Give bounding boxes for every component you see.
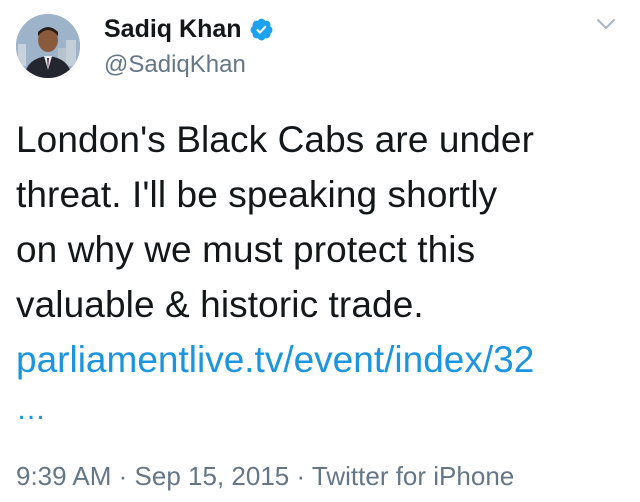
avatar[interactable]: [16, 14, 80, 78]
truncation-ellipsis[interactable]: …: [16, 390, 47, 430]
tweet-source[interactable]: Twitter for iPhone: [312, 461, 514, 491]
meta-separator: ·: [296, 461, 306, 491]
tweet-card: Sadiq Khan @SadiqKhan London's Black Cab…: [0, 0, 640, 502]
name-row: Sadiq Khan: [104, 14, 274, 44]
tweet-text: London's Black Cabs are under threat. I'…: [16, 119, 535, 325]
meta-separator: ·: [118, 461, 128, 491]
chevron-down-icon[interactable]: [594, 12, 618, 36]
tweet-meta: 9:39 AM · Sep 15, 2015 · Twitter for iPh…: [16, 460, 514, 492]
handle[interactable]: @SadiqKhan: [104, 50, 274, 80]
tweet-date[interactable]: Sep 15, 2015: [135, 461, 290, 491]
display-name[interactable]: Sadiq Khan: [104, 14, 242, 44]
author-block: Sadiq Khan @SadiqKhan: [104, 14, 274, 80]
tweet-link[interactable]: parliamentlive.tv/event/index/32: [16, 332, 534, 387]
verified-badge-icon: [250, 18, 272, 40]
tweet-time[interactable]: 9:39 AM: [16, 461, 111, 491]
